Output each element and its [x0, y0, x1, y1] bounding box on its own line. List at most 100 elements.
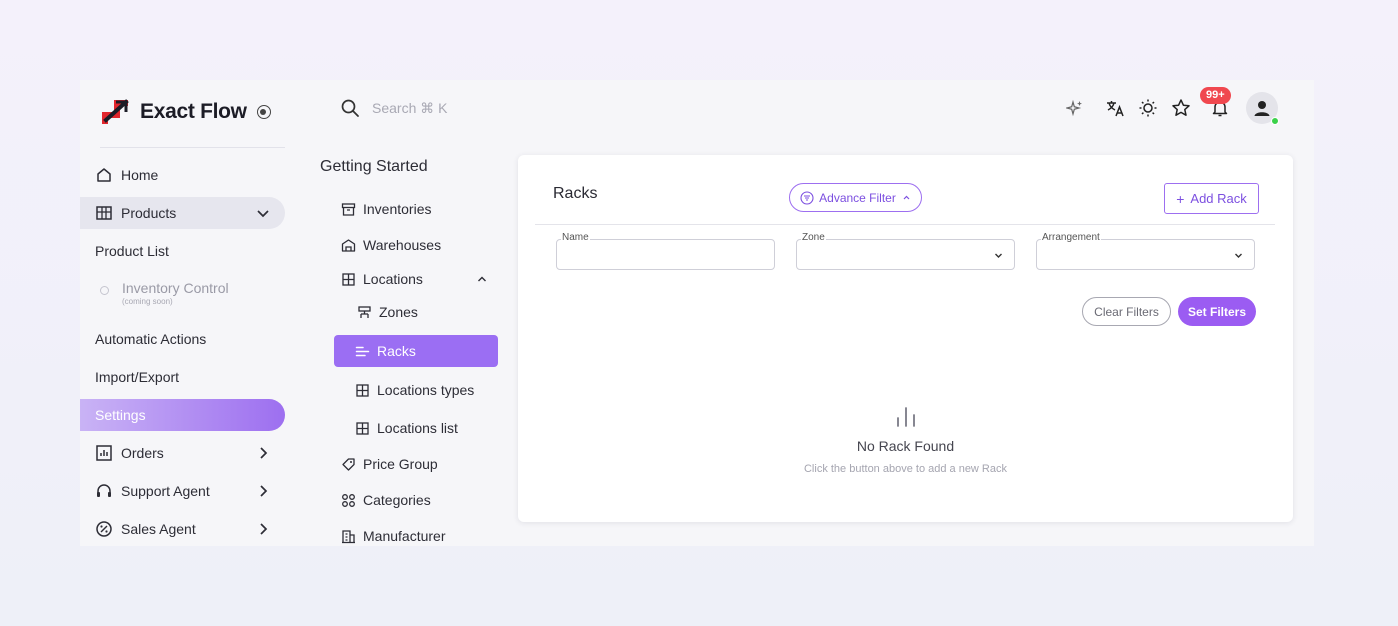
subnav-item-label: Price Group: [363, 456, 438, 472]
advance-filter-label: Advance Filter: [819, 190, 896, 205]
sidebar-item-import-export[interactable]: Import/Export: [80, 361, 285, 393]
name-field[interactable]: Name: [556, 232, 775, 270]
sidebar-item-automatic-actions[interactable]: Automatic Actions: [80, 323, 285, 355]
home-icon: [95, 166, 113, 184]
sidebar-item-support-agent[interactable]: Support Agent: [80, 475, 285, 507]
add-rack-button[interactable]: + Add Rack: [1164, 183, 1259, 214]
subnav-item-inventories[interactable]: Inventories: [340, 193, 431, 225]
brand[interactable]: Exact Flow: [100, 97, 271, 127]
sidebar-item-product-list[interactable]: Product List: [80, 235, 285, 267]
clear-filters-button[interactable]: Clear Filters: [1082, 297, 1171, 326]
sidebar-item-inventory-control: Inventory Control (coming soon): [100, 280, 229, 306]
grid-icon: [354, 420, 370, 436]
page-title: Racks: [553, 185, 598, 202]
sidebar-item-label: Products: [121, 205, 177, 221]
subnav-item-label: Categories: [363, 492, 431, 508]
star-icon[interactable]: [1171, 98, 1191, 118]
divider: [100, 147, 285, 148]
subnav-item-categories[interactable]: Categories: [340, 484, 431, 516]
search-input[interactable]: Search ⌘ K: [372, 100, 447, 117]
box-icon: [95, 204, 113, 222]
subnav-item-warehouses[interactable]: Warehouses: [340, 229, 441, 261]
name-field-label: Name: [561, 232, 590, 244]
add-rack-label: Add Rack: [1190, 191, 1247, 206]
building-icon: [340, 528, 356, 544]
grid-icon: [340, 271, 356, 287]
sidebar-item-products[interactable]: Products: [80, 197, 285, 229]
categories-icon: [340, 492, 356, 508]
divider: [535, 224, 1275, 225]
sidebar-item-home[interactable]: Home: [80, 159, 285, 191]
chart-icon: [95, 444, 113, 462]
subnav-item-price-group[interactable]: Price Group: [340, 448, 438, 480]
archive-icon: [340, 201, 356, 217]
chevron-down-icon: [257, 210, 269, 218]
sidebar-item-label: Import/Export: [95, 369, 180, 385]
translate-icon[interactable]: [1105, 98, 1125, 118]
subnav-item-manufacturer[interactable]: Manufacturer: [340, 520, 445, 546]
subnav-item-label: Zones: [379, 304, 418, 320]
online-status-dot: [1271, 117, 1279, 125]
subnav-item-label: Inventories: [363, 201, 432, 217]
subnav-item-label: Locations types: [377, 382, 475, 398]
search-bar[interactable]: Search ⌘ K: [340, 97, 447, 119]
grid-icon: [354, 382, 370, 398]
user-icon: [1254, 101, 1270, 116]
sparkles-icon[interactable]: [1065, 98, 1085, 118]
user-avatar[interactable]: [1246, 92, 1279, 125]
sidebar-item-label: Support Agent: [121, 483, 210, 499]
subnav-item-zones[interactable]: Zones: [356, 296, 418, 328]
warehouse-icon: [340, 237, 356, 253]
chevron-up-icon[interactable]: [476, 273, 488, 285]
chevron-right-icon: [260, 523, 268, 535]
subnav-item-locations[interactable]: Locations: [340, 263, 423, 295]
sidebar-item-label: Home: [121, 167, 159, 183]
notifications-button[interactable]: 99+: [1200, 87, 1231, 118]
set-filters-button[interactable]: Set Filters: [1178, 297, 1256, 326]
topbar-actions: 99+: [1052, 87, 1279, 125]
sidebar-item-label: Automatic Actions: [95, 331, 207, 347]
tag-icon: [340, 456, 356, 472]
sidebar-item-sales-agent[interactable]: Sales Agent: [80, 513, 285, 545]
sun-icon[interactable]: [1138, 98, 1158, 118]
headset-icon: [95, 482, 113, 500]
zone-select[interactable]: Zone: [796, 232, 1015, 270]
chevron-down-icon: [1235, 253, 1242, 258]
app-window: Exact Flow Home Products Product List In…: [80, 80, 1314, 546]
sidebar-item-label: Orders: [121, 445, 164, 461]
sidebar-item-label: Product List: [95, 243, 169, 259]
zones-icon: [356, 304, 372, 320]
empty-state-subtitle: Click the button above to add a new Rack: [803, 463, 1007, 475]
chevron-right-icon: [260, 447, 268, 459]
brand-name: Exact Flow: [140, 100, 247, 123]
exact-flow-logo: [102, 99, 129, 124]
badge-percent-icon: [95, 520, 113, 538]
sidebar-item-orders[interactable]: Orders: [80, 437, 285, 469]
sidebar: Exact Flow Home Products Product List In…: [80, 80, 295, 546]
arrangement-select[interactable]: Arrangement: [1036, 232, 1255, 270]
notification-badge: 99+: [1200, 87, 1231, 104]
radio-icon[interactable]: [256, 105, 271, 119]
subnav-item-label: Locations list: [377, 420, 458, 436]
racks-card: Racks Advance Filter + Add Rack Name Zon…: [518, 155, 1293, 522]
sidebar-item-label: Inventory Control: [122, 280, 229, 296]
bar-chart-icon: [897, 407, 915, 427]
filter-icon: [800, 190, 814, 205]
subnav-item-label: Locations: [363, 271, 423, 287]
arrangement-field-label: Arrangement: [1041, 232, 1101, 244]
chevron-right-icon: [260, 485, 268, 497]
advance-filter-button[interactable]: Advance Filter: [789, 183, 922, 212]
zone-field-label: Zone: [801, 232, 826, 244]
sidebar-item-settings[interactable]: Settings: [80, 399, 285, 431]
circle-icon: [100, 286, 109, 295]
subnav-item-label: Warehouses: [363, 237, 442, 253]
chevron-down-icon: [995, 253, 1002, 258]
subnav-item-locations-list[interactable]: Locations list: [354, 412, 458, 444]
sidebar-item-label: Settings: [95, 407, 146, 423]
subnav-item-racks[interactable]: Racks: [334, 335, 498, 367]
subnav-item-locations-types[interactable]: Locations types: [354, 374, 474, 406]
chevron-up-icon: [902, 193, 911, 202]
plus-icon: +: [1176, 190, 1185, 207]
subnav-item-label: Manufacturer: [363, 528, 446, 544]
coming-soon-note: (coming soon): [122, 297, 173, 306]
